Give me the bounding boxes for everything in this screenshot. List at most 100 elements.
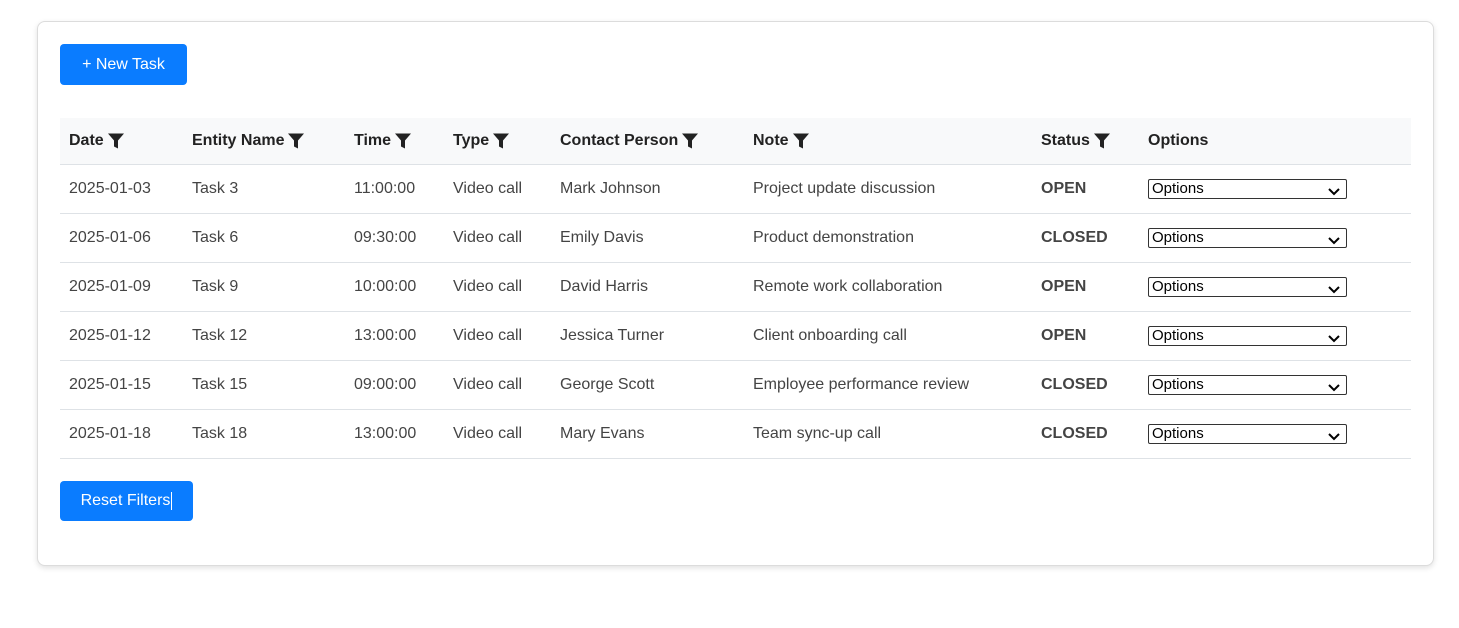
- options-dropdown-wrapper: Options: [1148, 227, 1347, 248]
- cell-entity: Task 18: [183, 409, 345, 459]
- cell-contact: Mary Evans: [551, 409, 744, 459]
- column-header-content: Note: [753, 132, 809, 150]
- cell-note: Team sync-up call: [744, 409, 1032, 459]
- text-caret: [171, 492, 173, 510]
- table-row: 2025-01-06 Task 6 09:30:00 Video call Emily …: [60, 213, 1411, 263]
- options-dropdown[interactable]: Options: [1148, 325, 1347, 346]
- cell-date: 2025-01-15: [60, 360, 183, 410]
- cell-entity: Task 12: [183, 311, 345, 361]
- cell-note: Project update discussion: [744, 164, 1032, 214]
- cell-type: Video call: [444, 262, 551, 312]
- options-dropdown[interactable]: Options: [1148, 227, 1347, 248]
- column-header-options: Options: [1139, 118, 1411, 165]
- status-badge: OPEN: [1032, 262, 1139, 312]
- cell-type: Video call: [444, 360, 551, 410]
- cell-time: 09:30:00: [345, 213, 444, 263]
- column-header-content: Date: [69, 132, 124, 150]
- cell-options: Options: [1139, 164, 1411, 214]
- new-task-button[interactable]: + New Task: [60, 44, 187, 85]
- column-header-content: Time: [354, 131, 412, 150]
- tasks-card: + New Task Date Entity Name Time Type Contac…: [37, 21, 1434, 566]
- status-badge: CLOSED: [1032, 409, 1139, 459]
- status-badge: CLOSED: [1032, 213, 1139, 263]
- cell-date: 2025-01-09: [60, 262, 183, 312]
- cell-date: 2025-01-12: [60, 311, 183, 361]
- filter-icon[interactable]: [493, 133, 510, 149]
- table-row: 2025-01-12 Task 12 13:00:00 Video call Jessi…: [60, 311, 1411, 361]
- options-dropdown-wrapper: Options: [1148, 423, 1347, 444]
- reset-filters-label: Reset Filters: [80, 492, 171, 509]
- column-header-status: Status: [1032, 118, 1139, 165]
- cell-time: 09:00:00: [345, 360, 444, 410]
- column-header-label: Time: [354, 131, 392, 149]
- cell-time: 11:00:00: [345, 164, 444, 214]
- column-header-content: Status: [1041, 132, 1110, 150]
- options-dropdown-wrapper: Options: [1148, 325, 1347, 346]
- options-dropdown[interactable]: Options: [1148, 423, 1347, 444]
- cell-time: 13:00:00: [345, 311, 444, 361]
- cell-options: Options: [1139, 262, 1411, 312]
- filter-icon[interactable]: [395, 133, 412, 149]
- column-header-date: Date: [60, 118, 183, 165]
- column-header-entity-name: Entity Name: [183, 118, 345, 165]
- filter-icon[interactable]: [288, 133, 305, 149]
- cell-type: Video call: [444, 213, 551, 263]
- options-dropdown-wrapper: Options: [1148, 178, 1347, 199]
- options-dropdown[interactable]: Options: [1148, 276, 1347, 297]
- cell-time: 13:00:00: [345, 409, 444, 459]
- cell-contact: Mark Johnson: [551, 164, 744, 214]
- options-dropdown[interactable]: Options: [1148, 178, 1347, 199]
- column-header-label: Note: [753, 131, 789, 149]
- column-header-label: Type: [453, 131, 490, 149]
- column-header-time: Time: [345, 118, 444, 165]
- options-dropdown-wrapper: Options: [1148, 374, 1347, 395]
- cell-contact: Jessica Turner: [551, 311, 744, 361]
- column-header-label: Options: [1148, 131, 1209, 149]
- status-badge: CLOSED: [1032, 360, 1139, 410]
- status-badge: OPEN: [1032, 164, 1139, 214]
- column-header-content: Type: [453, 131, 510, 150]
- cell-options: Options: [1139, 311, 1411, 361]
- cell-note: Remote work collaboration: [744, 262, 1032, 312]
- cell-options: Options: [1139, 409, 1411, 459]
- options-dropdown[interactable]: Options: [1148, 374, 1347, 395]
- filter-icon[interactable]: [107, 133, 124, 149]
- cell-entity: Task 9: [183, 262, 345, 312]
- cell-date: 2025-01-03: [60, 164, 183, 214]
- column-header-label: Date: [69, 131, 104, 149]
- cell-entity: Task 15: [183, 360, 345, 410]
- column-header-content: Entity Name: [192, 131, 305, 150]
- filter-icon[interactable]: [1093, 133, 1110, 149]
- cell-entity: Task 3: [183, 164, 345, 214]
- options-dropdown-wrapper: Options: [1148, 276, 1347, 297]
- column-header-label: Status: [1041, 131, 1090, 149]
- cell-type: Video call: [444, 311, 551, 361]
- cell-type: Video call: [444, 409, 551, 459]
- cell-type: Video call: [444, 164, 551, 214]
- filter-icon[interactable]: [792, 133, 809, 149]
- column-header-content: Options: [1148, 132, 1208, 150]
- tasks-table: Date Entity Name Time Type Contact Person Not…: [60, 118, 1411, 459]
- cell-contact: George Scott: [551, 360, 744, 410]
- column-header-label: Contact Person: [560, 131, 679, 149]
- status-badge: OPEN: [1032, 311, 1139, 361]
- reset-filters-button[interactable]: Reset Filters: [60, 481, 193, 521]
- cell-contact: Emily Davis: [551, 213, 744, 263]
- cell-time: 10:00:00: [345, 262, 444, 312]
- table-header-row: Date Entity Name Time Type Contact Person Not…: [60, 118, 1411, 165]
- table-row: 2025-01-18 Task 18 13:00:00 Video call Mary …: [60, 409, 1411, 459]
- cell-date: 2025-01-06: [60, 213, 183, 263]
- column-header-type: Type: [444, 118, 551, 165]
- column-header-content: Contact Person: [560, 131, 699, 150]
- cell-options: Options: [1139, 360, 1411, 410]
- cell-date: 2025-01-18: [60, 409, 183, 459]
- cell-note: Employee performance review: [744, 360, 1032, 410]
- cell-note: Client onboarding call: [744, 311, 1032, 361]
- table-row: 2025-01-09 Task 9 10:00:00 Video call David …: [60, 262, 1411, 312]
- column-header-note: Note: [744, 118, 1032, 165]
- column-header-contact-person: Contact Person: [551, 118, 744, 165]
- table-row: 2025-01-03 Task 3 11:00:00 Video call Mark J…: [60, 164, 1411, 214]
- column-header-label: Entity Name: [192, 131, 285, 149]
- filter-icon[interactable]: [682, 133, 699, 149]
- cell-options: Options: [1139, 213, 1411, 263]
